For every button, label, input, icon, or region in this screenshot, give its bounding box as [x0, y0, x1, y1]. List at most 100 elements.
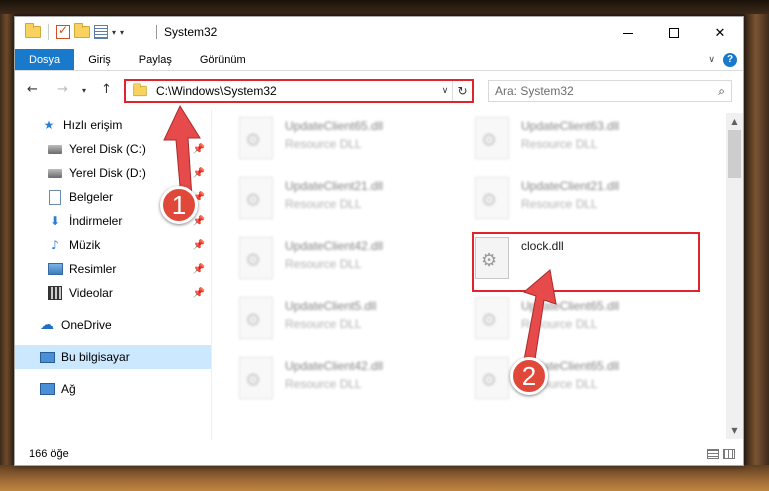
address-path[interactable]: C:\Windows\System32	[156, 84, 438, 98]
file-item[interactable]: UpdateClient42.dll Resource DLL	[239, 233, 469, 289]
customize-toolbar-icon[interactable]: ▾	[120, 28, 124, 37]
pictures-icon	[47, 261, 63, 277]
pin-icon[interactable]: 📌	[193, 264, 205, 275]
properties-icon[interactable]	[94, 25, 108, 39]
cloud-icon: ☁	[40, 317, 54, 333]
pane-divider[interactable]	[211, 110, 212, 440]
file-type: Resource DLL	[521, 317, 598, 331]
scroll-up-icon[interactable]: ▲	[726, 113, 743, 130]
search-input[interactable]: Ara: System32 ⌕	[488, 80, 732, 102]
customize-dropdown-icon[interactable]: ▾	[112, 28, 116, 37]
sidebar-item-pictures[interactable]: Resimler 📌	[15, 257, 211, 281]
vertical-scrollbar[interactable]: ▲ ▼	[726, 113, 743, 439]
search-icon: ⌕	[718, 83, 725, 98]
file-name: UpdateClient63.dll	[521, 119, 620, 133]
file-item[interactable]: UpdateClient21.dll Resource DLL	[239, 173, 469, 229]
sidebar-item-quick-access[interactable]: ★ Hızlı erişim	[15, 113, 211, 137]
file-name: UpdateClient21.dll	[285, 179, 384, 193]
large-icons-view-icon[interactable]	[723, 449, 735, 459]
dll-file-icon	[475, 117, 509, 159]
sidebar-item-network[interactable]: Ağ	[15, 377, 211, 401]
pin-icon[interactable]: 📌	[193, 144, 205, 155]
navigation-row: ← → ▾ ↑ C:\Windows\System32 ∨ ↻ Ara: Sys…	[15, 72, 743, 110]
pin-icon[interactable]: 📌	[193, 288, 205, 299]
step-2-badge: 2	[510, 357, 548, 395]
file-type: Resource DLL	[285, 137, 362, 151]
tab-share[interactable]: Paylaş	[125, 49, 186, 70]
file-name: UpdateClient21.dll	[521, 179, 620, 193]
up-arrow-icon[interactable]: ↑	[101, 82, 112, 97]
tab-view[interactable]: Görünüm	[186, 49, 260, 70]
forward-arrow-icon[interactable]: →	[57, 82, 68, 97]
dll-file-icon	[475, 357, 509, 399]
search-placeholder: Ara: System32	[495, 84, 574, 98]
maximize-icon	[669, 28, 679, 38]
sidebar-item-onedrive[interactable]: ☁ OneDrive	[15, 313, 211, 337]
recent-locations-icon[interactable]: ▾	[82, 86, 86, 95]
quick-access-toolbar: ▾ ▾	[25, 23, 124, 40]
expand-ribbon-icon[interactable]: ∨	[708, 55, 715, 65]
clock-dll-highlight	[472, 232, 700, 292]
dll-file-icon	[239, 297, 273, 339]
maximize-button[interactable]	[651, 17, 697, 49]
file-type: Resource DLL	[285, 197, 362, 211]
close-button[interactable]: ✕	[697, 17, 743, 49]
refresh-icon[interactable]: ↻	[452, 81, 472, 101]
drive-icon	[47, 141, 63, 157]
dll-file-icon	[239, 237, 273, 279]
file-item[interactable]: UpdateClient63.dll Resource DLL	[475, 113, 705, 169]
file-item[interactable]: UpdateClient65.dll Resource DLL	[475, 293, 705, 349]
dll-file-icon	[475, 297, 509, 339]
scroll-down-icon[interactable]: ▼	[726, 422, 743, 439]
download-icon: ⬇	[49, 214, 61, 228]
videos-icon	[47, 285, 63, 301]
file-name: UpdateClient65.dll	[285, 119, 384, 133]
navigation-pane: ★ Hızlı erişim Yerel Disk (C:) 📌 Yerel D…	[15, 113, 211, 435]
address-bar[interactable]: C:\Windows\System32 ∨ ↻	[124, 79, 474, 103]
pin-icon[interactable]: 📌	[193, 168, 205, 179]
scrollbar-thumb[interactable]	[728, 130, 741, 178]
sidebar-item-label: Yerel Disk (C:)	[69, 142, 146, 156]
background-bottom	[0, 465, 769, 491]
network-icon	[39, 381, 55, 397]
back-arrow-icon[interactable]: ←	[27, 82, 38, 97]
file-item[interactable]: UpdateClient42.dll Resource DLL	[239, 353, 469, 409]
folder-icon	[25, 23, 41, 38]
sidebar-item-local-disk-d[interactable]: Yerel Disk (D:) 📌	[15, 161, 211, 185]
minimize-icon	[623, 32, 633, 34]
tab-file[interactable]: Dosya	[15, 49, 75, 70]
file-type: Resource DLL	[285, 377, 362, 391]
ribbon-right-controls: ∨ ?	[708, 49, 743, 70]
file-item[interactable]: UpdateClient65.dll Resource DLL	[239, 113, 469, 169]
address-dropdown-icon[interactable]: ∨	[438, 86, 452, 96]
file-item[interactable]: UpdateClient21.dll Resource DLL	[475, 173, 705, 229]
sidebar-item-videos[interactable]: Videolar 📌	[15, 281, 211, 305]
file-name: UpdateClient5.dll	[285, 299, 377, 313]
help-icon[interactable]: ?	[723, 52, 737, 67]
music-icon: ♪	[51, 238, 59, 252]
minimize-button[interactable]	[605, 17, 651, 49]
file-name: UpdateClient65.dll	[521, 299, 620, 313]
pin-icon[interactable]: 📌	[193, 240, 205, 251]
drive-icon	[47, 165, 63, 181]
sidebar-item-label: Yerel Disk (D:)	[69, 166, 146, 180]
step-1-badge: 1	[160, 186, 198, 224]
title-bar: ▾ ▾ System32 ✕	[15, 17, 743, 49]
properties-check-icon[interactable]	[56, 23, 70, 39]
pin-icon[interactable]: 📌	[193, 216, 205, 227]
sidebar-item-music[interactable]: ♪ Müzik 📌	[15, 233, 211, 257]
file-item[interactable]: UpdateClient5.dll Resource DLL	[239, 293, 469, 349]
sidebar-item-label: Müzik	[69, 238, 101, 252]
file-type: Resource DLL	[285, 317, 362, 331]
sidebar-item-label: Bu bilgisayar	[61, 350, 130, 364]
sidebar-item-this-pc[interactable]: Bu bilgisayar	[15, 345, 211, 369]
tab-home[interactable]: Giriş	[74, 49, 125, 70]
file-item[interactable]: UpdateClient65.dllResource DLL	[475, 353, 705, 409]
new-folder-icon[interactable]	[74, 23, 90, 38]
details-view-icon[interactable]	[707, 449, 719, 459]
file-type: Resource DLL	[521, 197, 598, 211]
title-separator	[156, 25, 157, 39]
sidebar-item-local-disk-c[interactable]: Yerel Disk (C:) 📌	[15, 137, 211, 161]
file-name: UpdateClient42.dll	[285, 239, 384, 253]
ribbon-tabs: Dosya Giriş Paylaş Görünüm ∨ ?	[15, 49, 743, 71]
